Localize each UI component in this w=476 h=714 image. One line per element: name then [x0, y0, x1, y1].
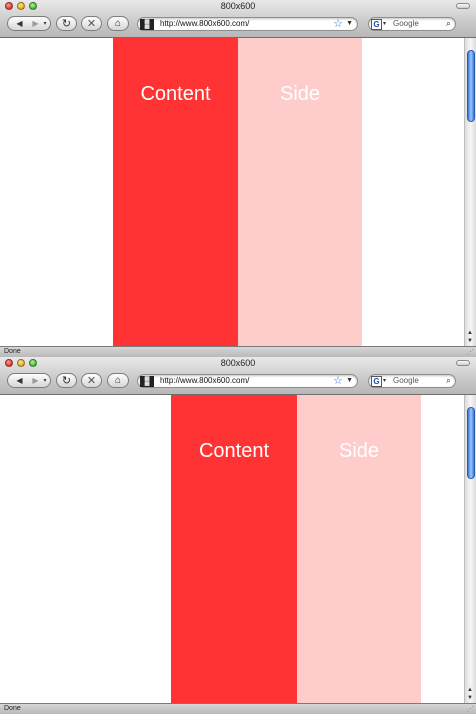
stop-icon: ✕: [86, 18, 97, 30]
search-placeholder: Google: [393, 376, 419, 385]
resize-grip-icon[interactable]: ⋰: [467, 705, 474, 713]
status-bar: Done ⋰: [0, 346, 476, 357]
forward-arrow-icon[interactable]: ▶: [27, 374, 43, 387]
page-viewport: Content Side ▲ ▼: [0, 395, 476, 703]
content-column: Content: [113, 38, 238, 346]
url-dropdown-icon[interactable]: ▼: [346, 20, 353, 27]
star-icon[interactable]: ☆: [333, 17, 343, 30]
content-label: Content: [140, 83, 211, 105]
resize-grip-icon[interactable]: ⋰: [467, 348, 474, 356]
scroll-thumb[interactable]: [467, 50, 475, 122]
scroll-thumb[interactable]: [467, 407, 475, 479]
star-icon[interactable]: ☆: [333, 374, 343, 387]
vertical-scrollbar[interactable]: ▲ ▼: [464, 38, 476, 346]
address-bar[interactable]: ▓▓ ▓▓ http://www.800x600.com/ ☆ ▼: [137, 374, 358, 388]
google-icon[interactable]: G: [371, 19, 382, 30]
reload-icon: ↻: [61, 18, 72, 30]
content-label: Content: [198, 440, 270, 462]
site-favicon-icon: ▓▓ ▓▓: [140, 376, 154, 387]
window-title: 800x600: [220, 1, 256, 11]
back-arrow-icon[interactable]: ◀: [11, 374, 27, 387]
history-dropdown-icon[interactable]: ▾: [43, 377, 46, 384]
side-column: Side: [297, 395, 421, 703]
status-bar: Done ⋰: [0, 703, 476, 714]
url-dropdown-icon[interactable]: ▼: [346, 377, 353, 384]
toolbar: ◀ ▶ ▾ ↻ ✕ ⌂ ▓▓ ▓▓ http://www.800x600.com/…: [0, 13, 476, 35]
reload-button[interactable]: ↻: [56, 16, 77, 31]
url-text: http://www.800x600.com/: [160, 19, 250, 28]
scroll-up-icon[interactable]: ▲: [467, 330, 473, 336]
status-text: Done: [4, 348, 21, 355]
content-column: Content: [171, 395, 297, 703]
status-text: Done: [4, 705, 21, 712]
google-icon[interactable]: G: [371, 376, 382, 387]
stop-button[interactable]: ✕: [81, 16, 102, 31]
window-chrome: 800x600 ◀ ▶ ▾ ↻ ✕ ⌂ ▓▓ ▓▓ http://www.800x…: [0, 0, 476, 38]
reload-button[interactable]: ↻: [56, 373, 77, 388]
scroll-down-icon[interactable]: ▼: [467, 695, 473, 701]
toolbar: ◀ ▶ ▾ ↻ ✕ ⌂ ▓▓ ▓▓ http://www.800x600.com/…: [0, 370, 476, 392]
url-text: http://www.800x600.com/: [160, 376, 250, 385]
back-forward-group: ◀ ▶ ▾: [7, 16, 51, 31]
engine-dropdown-icon[interactable]: ▾: [383, 20, 386, 27]
site-favicon-icon: ▓▓ ▓▓: [140, 19, 154, 30]
search-placeholder: Google: [393, 19, 419, 28]
home-button[interactable]: ⌂: [107, 16, 129, 31]
history-dropdown-icon[interactable]: ▾: [43, 20, 46, 27]
scroll-down-icon[interactable]: ▼: [467, 338, 473, 344]
side-label: Side: [338, 440, 380, 462]
side-column: Side: [238, 38, 362, 346]
reload-icon: ↻: [61, 375, 72, 387]
home-icon: ⌂: [114, 18, 122, 29]
side-label: Side: [279, 83, 321, 105]
browser-window-top: 800x600 ◀ ▶ ▾ ↻ ✕ ⌂ ▓▓ ▓▓ http://www.800x…: [0, 0, 476, 357]
search-bar[interactable]: G ▾ Google ⌕: [368, 374, 456, 388]
toolbar-toggle-button[interactable]: [456, 360, 470, 366]
magnifier-icon[interactable]: ⌕: [446, 375, 451, 386]
stop-button[interactable]: ✕: [81, 373, 102, 388]
forward-arrow-icon[interactable]: ▶: [27, 17, 43, 30]
browser-window-bottom: 800x600 ◀ ▶ ▾ ↻ ✕ ⌂ ▓▓ ▓▓ http://www.800x…: [0, 357, 476, 714]
engine-dropdown-icon[interactable]: ▾: [383, 377, 386, 384]
back-arrow-icon[interactable]: ◀: [11, 17, 27, 30]
home-icon: ⌂: [114, 375, 122, 386]
search-bar[interactable]: G ▾ Google ⌕: [368, 17, 456, 31]
page-viewport: Content Side ▲ ▼: [0, 38, 476, 346]
home-button[interactable]: ⌂: [107, 373, 129, 388]
toolbar-toggle-button[interactable]: [456, 3, 470, 9]
back-forward-group: ◀ ▶ ▾: [7, 373, 51, 388]
scroll-up-icon[interactable]: ▲: [467, 687, 473, 693]
magnifier-icon[interactable]: ⌕: [446, 18, 451, 29]
window-chrome: 800x600 ◀ ▶ ▾ ↻ ✕ ⌂ ▓▓ ▓▓ http://www.800x…: [0, 357, 476, 395]
vertical-scrollbar[interactable]: ▲ ▼: [464, 395, 476, 703]
address-bar[interactable]: ▓▓ ▓▓ http://www.800x600.com/ ☆ ▼: [137, 17, 358, 31]
window-title: 800x600: [220, 358, 256, 368]
stop-icon: ✕: [86, 375, 97, 387]
